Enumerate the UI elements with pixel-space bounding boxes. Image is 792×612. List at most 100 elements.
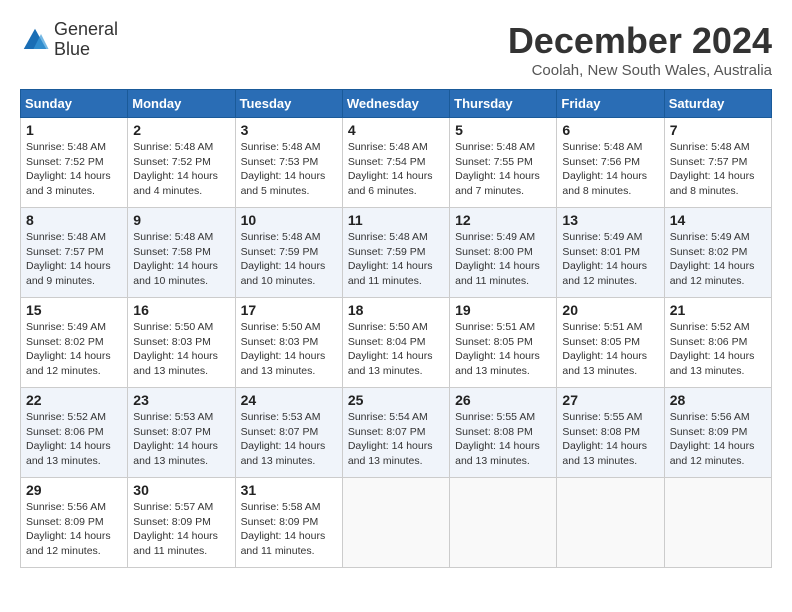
day-number: 7	[670, 122, 766, 138]
day-info: Sunrise: 5:48 AMSunset: 7:52 PMDaylight:…	[26, 140, 122, 199]
title-block: December 2024 Coolah, New South Wales, A…	[508, 20, 772, 79]
calendar-cell: 11Sunrise: 5:48 AMSunset: 7:59 PMDayligh…	[342, 208, 449, 298]
day-info: Sunrise: 5:51 AMSunset: 8:05 PMDaylight:…	[455, 320, 551, 379]
logo-icon	[20, 25, 50, 55]
day-number: 3	[241, 122, 337, 138]
day-number: 23	[133, 392, 229, 408]
calendar-cell: 1 Sunrise: 5:48 AMSunset: 7:52 PMDaylight…	[21, 118, 128, 208]
calendar-week-row: 1 Sunrise: 5:48 AMSunset: 7:52 PMDaylight…	[21, 118, 772, 208]
day-number: 26	[455, 392, 551, 408]
calendar-cell: 17 Sunrise: 5:50 AMSunset: 8:03 PMDayligh…	[235, 298, 342, 388]
day-info: Sunrise: 5:53 AMSunset: 8:07 PMDaylight:…	[241, 410, 337, 469]
calendar-week-row: 8 Sunrise: 5:48 AMSunset: 7:57 PMDaylight…	[21, 208, 772, 298]
day-number: 8	[26, 212, 122, 228]
day-number: 12	[455, 212, 551, 228]
day-info: Sunrise: 5:48 AMSunset: 7:57 PMDaylight:…	[26, 230, 122, 289]
day-info: Sunrise: 5:54 AMSunset: 8:07 PMDaylight:…	[348, 410, 444, 469]
calendar-cell: 24Sunrise: 5:53 AMSunset: 8:07 PMDayligh…	[235, 388, 342, 478]
day-number: 14	[670, 212, 766, 228]
month-title: December 2024	[508, 20, 772, 62]
day-info: Sunrise: 5:55 AMSunset: 8:08 PMDaylight:…	[562, 410, 658, 469]
calendar-cell: 27 Sunrise: 5:55 AMSunset: 8:08 PMDayligh…	[557, 388, 664, 478]
calendar-header-row: SundayMondayTuesdayWednesdayThursdayFrid…	[21, 90, 772, 118]
day-number: 15	[26, 302, 122, 318]
day-number: 31	[241, 482, 337, 498]
day-info: Sunrise: 5:56 AMSunset: 8:09 PMDaylight:…	[670, 410, 766, 469]
day-number: 17	[241, 302, 337, 318]
calendar-week-row: 29 Sunrise: 5:56 AMSunset: 8:09 PMDayligh…	[21, 478, 772, 568]
calendar-week-row: 22Sunrise: 5:52 AMSunset: 8:06 PMDayligh…	[21, 388, 772, 478]
day-number: 10	[241, 212, 337, 228]
day-number: 16	[133, 302, 229, 318]
day-info: Sunrise: 5:48 AMSunset: 7:54 PMDaylight:…	[348, 140, 444, 199]
calendar-cell: 31Sunrise: 5:58 AMSunset: 8:09 PMDayligh…	[235, 478, 342, 568]
day-number: 28	[670, 392, 766, 408]
day-info: Sunrise: 5:51 AMSunset: 8:05 PMDaylight:…	[562, 320, 658, 379]
day-number: 29	[26, 482, 122, 498]
day-number: 4	[348, 122, 444, 138]
day-of-week-header: Wednesday	[342, 90, 449, 118]
day-number: 30	[133, 482, 229, 498]
day-number: 21	[670, 302, 766, 318]
day-info: Sunrise: 5:48 AMSunset: 7:52 PMDaylight:…	[133, 140, 229, 199]
calendar-cell: 6 Sunrise: 5:48 AMSunset: 7:56 PMDaylight…	[557, 118, 664, 208]
day-number: 20	[562, 302, 658, 318]
page-header: General Blue December 2024 Coolah, New S…	[20, 20, 772, 79]
day-info: Sunrise: 5:48 AMSunset: 7:56 PMDaylight:…	[562, 140, 658, 199]
calendar-cell	[557, 478, 664, 568]
day-number: 2	[133, 122, 229, 138]
calendar-cell: 14 Sunrise: 5:49 AMSunset: 8:02 PMDayligh…	[664, 208, 771, 298]
day-number: 9	[133, 212, 229, 228]
calendar-cell: 26Sunrise: 5:55 AMSunset: 8:08 PMDayligh…	[450, 388, 557, 478]
calendar-cell: 28 Sunrise: 5:56 AMSunset: 8:09 PMDayligh…	[664, 388, 771, 478]
calendar-cell: 12 Sunrise: 5:49 AMSunset: 8:00 PMDayligh…	[450, 208, 557, 298]
day-number: 1	[26, 122, 122, 138]
day-info: Sunrise: 5:49 AMSunset: 8:00 PMDaylight:…	[455, 230, 551, 289]
day-info: Sunrise: 5:50 AMSunset: 8:03 PMDaylight:…	[133, 320, 229, 379]
calendar-cell	[342, 478, 449, 568]
calendar-cell: 10Sunrise: 5:48 AMSunset: 7:59 PMDayligh…	[235, 208, 342, 298]
calendar-week-row: 15 Sunrise: 5:49 AMSunset: 8:02 PMDayligh…	[21, 298, 772, 388]
day-info: Sunrise: 5:57 AMSunset: 8:09 PMDaylight:…	[133, 500, 229, 559]
calendar-cell: 3 Sunrise: 5:48 AMSunset: 7:53 PMDaylight…	[235, 118, 342, 208]
day-info: Sunrise: 5:56 AMSunset: 8:09 PMDaylight:…	[26, 500, 122, 559]
calendar-cell: 8 Sunrise: 5:48 AMSunset: 7:57 PMDaylight…	[21, 208, 128, 298]
day-number: 27	[562, 392, 658, 408]
location: Coolah, New South Wales, Australia	[508, 62, 772, 79]
calendar-cell: 23 Sunrise: 5:53 AMSunset: 8:07 PMDayligh…	[128, 388, 235, 478]
calendar-cell: 25Sunrise: 5:54 AMSunset: 8:07 PMDayligh…	[342, 388, 449, 478]
day-info: Sunrise: 5:49 AMSunset: 8:02 PMDaylight:…	[26, 320, 122, 379]
calendar-cell: 15 Sunrise: 5:49 AMSunset: 8:02 PMDayligh…	[21, 298, 128, 388]
day-of-week-header: Saturday	[664, 90, 771, 118]
day-info: Sunrise: 5:50 AMSunset: 8:04 PMDaylight:…	[348, 320, 444, 379]
day-number: 13	[562, 212, 658, 228]
calendar-cell: 21Sunrise: 5:52 AMSunset: 8:06 PMDayligh…	[664, 298, 771, 388]
day-info: Sunrise: 5:48 AMSunset: 7:53 PMDaylight:…	[241, 140, 337, 199]
calendar-cell: 20 Sunrise: 5:51 AMSunset: 8:05 PMDayligh…	[557, 298, 664, 388]
day-number: 6	[562, 122, 658, 138]
day-info: Sunrise: 5:53 AMSunset: 8:07 PMDaylight:…	[133, 410, 229, 469]
day-of-week-header: Thursday	[450, 90, 557, 118]
calendar-cell: 13 Sunrise: 5:49 AMSunset: 8:01 PMDayligh…	[557, 208, 664, 298]
calendar-cell	[664, 478, 771, 568]
calendar-cell: 5 Sunrise: 5:48 AMSunset: 7:55 PMDaylight…	[450, 118, 557, 208]
day-info: Sunrise: 5:48 AMSunset: 7:59 PMDaylight:…	[348, 230, 444, 289]
day-info: Sunrise: 5:49 AMSunset: 8:02 PMDaylight:…	[670, 230, 766, 289]
day-info: Sunrise: 5:48 AMSunset: 7:55 PMDaylight:…	[455, 140, 551, 199]
day-of-week-header: Monday	[128, 90, 235, 118]
calendar-cell: 18 Sunrise: 5:50 AMSunset: 8:04 PMDayligh…	[342, 298, 449, 388]
calendar-cell: 16 Sunrise: 5:50 AMSunset: 8:03 PMDayligh…	[128, 298, 235, 388]
calendar-cell: 2 Sunrise: 5:48 AMSunset: 7:52 PMDaylight…	[128, 118, 235, 208]
day-number: 18	[348, 302, 444, 318]
logo-general: General	[54, 19, 118, 39]
calendar-cell: 7 Sunrise: 5:48 AMSunset: 7:57 PMDaylight…	[664, 118, 771, 208]
calendar: SundayMondayTuesdayWednesdayThursdayFrid…	[20, 89, 772, 568]
day-info: Sunrise: 5:49 AMSunset: 8:01 PMDaylight:…	[562, 230, 658, 289]
calendar-cell: 29 Sunrise: 5:56 AMSunset: 8:09 PMDayligh…	[21, 478, 128, 568]
logo-blue: Blue	[54, 39, 90, 59]
day-number: 5	[455, 122, 551, 138]
day-of-week-header: Tuesday	[235, 90, 342, 118]
day-info: Sunrise: 5:48 AMSunset: 7:57 PMDaylight:…	[670, 140, 766, 199]
day-of-week-header: Sunday	[21, 90, 128, 118]
day-info: Sunrise: 5:50 AMSunset: 8:03 PMDaylight:…	[241, 320, 337, 379]
